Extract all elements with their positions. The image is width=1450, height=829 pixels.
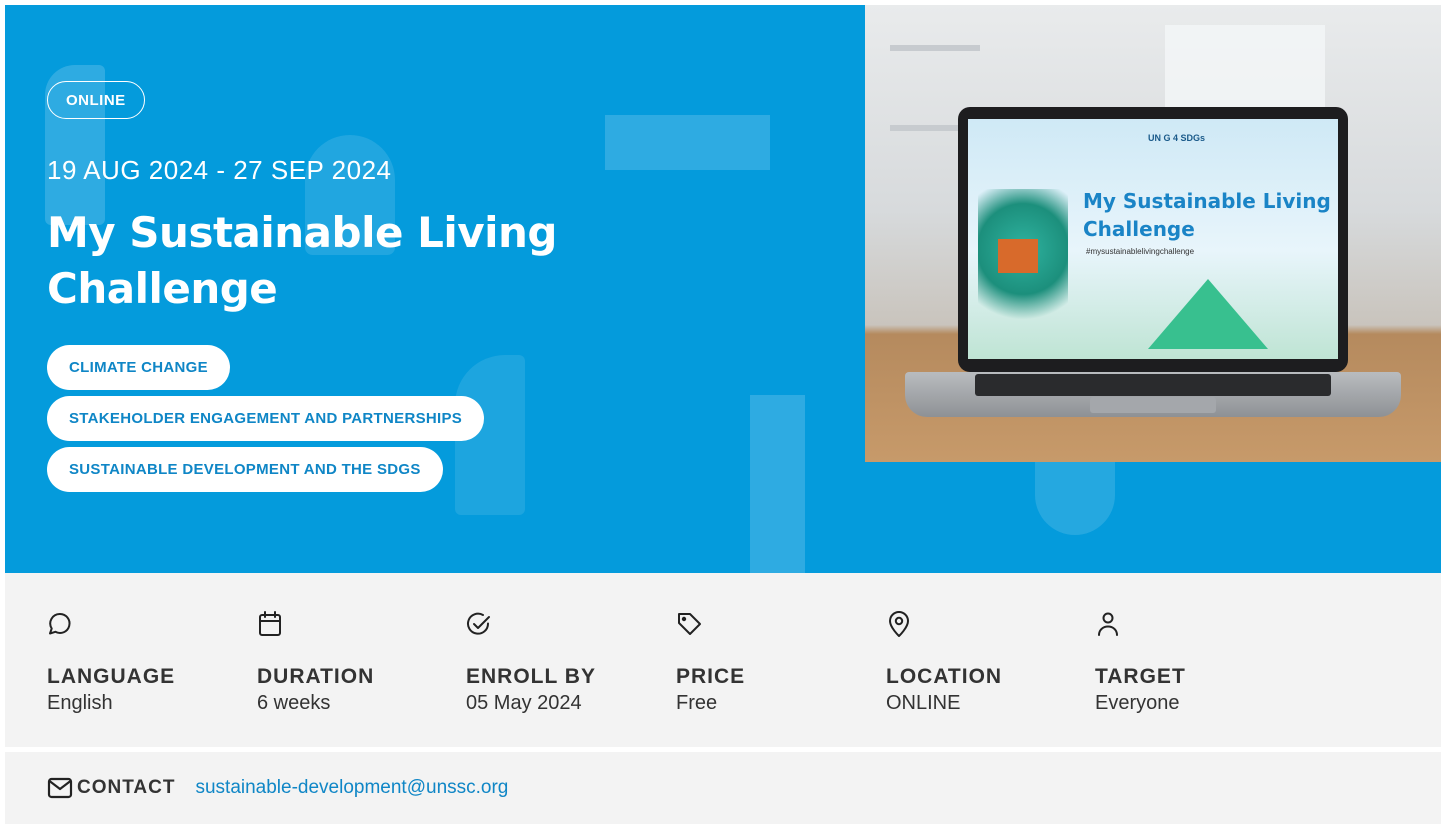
detail-label: PRICE	[676, 665, 746, 688]
user-icon	[1098, 612, 1118, 636]
background-window	[1165, 25, 1325, 115]
course-details: LANGUAGE English DURATION 6 weeks ENROLL…	[5, 573, 1441, 747]
decorative-shape	[750, 395, 805, 573]
chat-bubble-icon	[49, 612, 71, 635]
tag-climate-change[interactable]: CLIMATE CHANGE	[47, 345, 230, 390]
laptop-display: UN G 4 SDGs My Sustainable Living Challe…	[968, 119, 1338, 359]
detail-value: 6 weeks	[257, 692, 331, 714]
detail-value: 05 May 2024	[466, 692, 582, 714]
mail-icon	[47, 777, 73, 799]
detail-label: LOCATION	[886, 665, 1003, 688]
tag-stakeholder-engagement[interactable]: STAKEHOLDER ENGAGEMENT AND PARTNERSHIPS	[47, 396, 485, 441]
tag-sustainable-development[interactable]: SUSTAINABLE DEVELOPMENT AND THE SDGS	[47, 447, 443, 492]
course-image: UN G 4 SDGs My Sustainable Living Challe…	[865, 5, 1441, 462]
detail-location: LOCATION ONLINE	[886, 609, 1086, 715]
detail-value: ONLINE	[886, 692, 961, 714]
detail-value: Everyone	[1095, 692, 1180, 714]
detail-language: LANGUAGE English	[47, 609, 247, 715]
background-shelf	[890, 45, 980, 51]
detail-label: LANGUAGE	[47, 665, 176, 688]
detail-label: TARGET	[1095, 665, 1186, 688]
price-tag-icon	[678, 613, 701, 635]
map-pin-icon	[889, 611, 909, 637]
detail-label: ENROLL BY	[466, 665, 596, 688]
detail-label: DURATION	[257, 665, 375, 688]
calendar-icon	[259, 611, 281, 636]
topic-tags: CLIMATE CHANGE STAKEHOLDER ENGAGEMENT AN…	[47, 345, 485, 492]
contact-label: CONTACT	[77, 777, 176, 798]
decorative-shape	[605, 115, 770, 170]
detail-price: PRICE Free	[676, 609, 876, 715]
course-hero: ONLINE 19 AUG 2024 - 27 SEP 2024 My Sust…	[5, 5, 1441, 573]
check-circle-icon	[467, 612, 490, 635]
detail-duration: DURATION 6 weeks	[257, 609, 457, 715]
screen-hashtag: #mysustainablelivingchallenge	[1086, 247, 1195, 256]
laptop-trackpad	[1090, 397, 1216, 413]
format-badge: ONLINE	[47, 81, 145, 119]
detail-value: English	[47, 692, 113, 714]
contact-email-link[interactable]: sustainable-development@unssc.org	[195, 777, 508, 799]
course-title: My Sustainable Living Challenge	[47, 208, 557, 313]
laptop-base	[905, 372, 1401, 417]
mountain-illustration	[1148, 279, 1268, 349]
treehouse-illustration	[998, 239, 1038, 273]
detail-enroll-by: ENROLL BY 05 May 2024	[466, 609, 666, 715]
detail-target: TARGET Everyone	[1095, 609, 1295, 715]
laptop-screen: UN G 4 SDGs My Sustainable Living Challe…	[958, 107, 1348, 372]
laptop-keyboard	[975, 374, 1331, 396]
detail-value: Free	[676, 692, 718, 714]
contact-bar: CONTACT sustainable-development@unssc.or…	[5, 752, 1441, 824]
course-dates: 19 AUG 2024 - 27 SEP 2024	[47, 155, 392, 185]
screen-logos: UN G 4 SDGs	[1148, 133, 1206, 143]
screen-title: My Sustainable Living Challenge	[1083, 189, 1331, 241]
